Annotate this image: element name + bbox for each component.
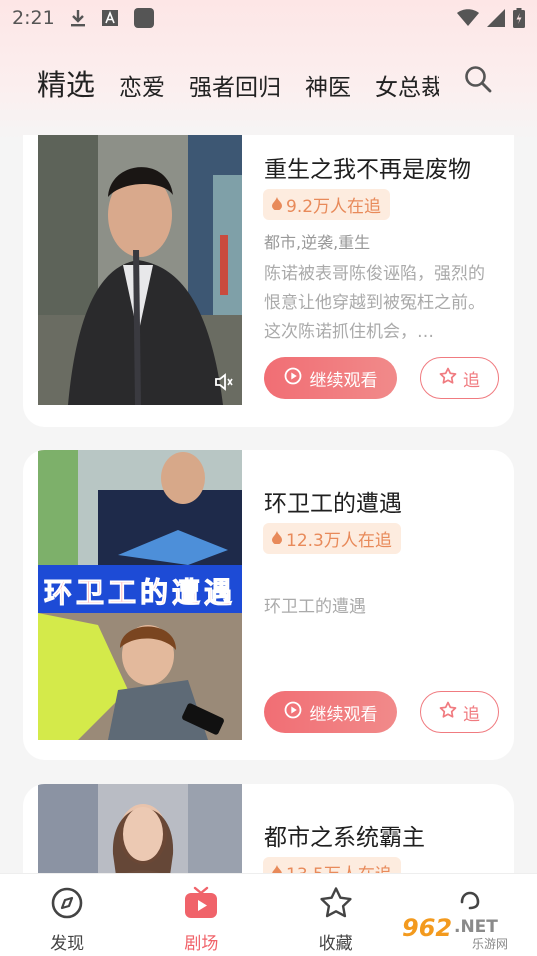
follower-count: 9.2万人在追 [286, 197, 382, 217]
tv-icon [184, 886, 218, 925]
category-tabs: 精选 恋爱 强者回归 神医 女总裁 [0, 56, 537, 112]
nav-label: 剧场 [184, 934, 219, 954]
star-icon [319, 886, 353, 925]
download-icon [69, 8, 87, 28]
drama-poster[interactable] [38, 135, 242, 405]
continue-watching-label: 继续观看 [309, 370, 378, 391]
follower-badge: 12.3万人在追 [263, 523, 401, 554]
tab-doctor[interactable]: 神医 [305, 68, 351, 112]
nav-discover[interactable]: 发现 [0, 874, 134, 956]
follow-button[interactable]: 追 [420, 691, 499, 733]
star-outline-icon [439, 367, 457, 390]
nav-label: 收藏 [318, 934, 353, 954]
continue-watching-button[interactable]: 继续观看 [264, 691, 397, 733]
drama-poster[interactable]: 环卫工的遭遇 [38, 450, 242, 740]
follow-label: 追 [463, 704, 480, 725]
app-square-icon [133, 7, 155, 29]
play-circle-icon [284, 367, 302, 390]
watermark-logo: 962 .NET 乐游网 [398, 908, 532, 952]
follower-count: 12.3万人在追 [286, 531, 392, 551]
drama-description: 环卫工的遭遇 [264, 597, 366, 617]
continue-watching-button[interactable]: 继续观看 [264, 357, 397, 399]
nav-label: 发现 [50, 934, 85, 954]
mute-icon[interactable] [214, 373, 234, 395]
tab-strong-return[interactable]: 强者回归 [189, 68, 281, 112]
search-icon [463, 66, 493, 98]
continue-watching-label: 继续观看 [309, 704, 378, 725]
follow-label: 追 [463, 370, 480, 391]
drama-description: 陈诺被表哥陈俊诬陷，强烈的恨意让他穿越到被冤枉之前。这次陈诺抓住机会，… [264, 264, 485, 342]
text-a-icon [101, 9, 119, 27]
follower-badge: 9.2万人在追 [263, 189, 391, 220]
signal-icon [487, 9, 505, 27]
poster-caption: 环卫工的遭遇 [43, 576, 236, 610]
nav-favorites[interactable]: 收藏 [269, 874, 403, 956]
drama-title: 重生之我不再是废物 [264, 157, 471, 183]
tab-romance[interactable]: 恋爱 [119, 68, 165, 112]
drama-title: 都市之系统霸主 [264, 825, 425, 851]
wifi-icon [457, 9, 479, 27]
flame-icon [272, 529, 282, 549]
svg-text:乐游网: 乐游网 [472, 937, 508, 951]
status-time: 2:21 [12, 7, 55, 29]
drama-tags: 都市,逆袭,重生 [264, 233, 371, 252]
status-bar: 2:21 [0, 0, 537, 36]
nav-theater[interactable]: 剧场 [134, 874, 268, 956]
flame-icon [272, 195, 282, 215]
follow-button[interactable]: 追 [420, 357, 499, 399]
battery-icon [513, 8, 525, 28]
drama-card[interactable]: 重生之我不再是废物 9.2万人在追 都市,逆袭,重生 陈诺被表哥陈俊诬陷，强烈的… [23, 135, 514, 427]
tab-ceo[interactable]: 女总裁 [375, 68, 439, 112]
drama-card[interactable]: 环卫工的遭遇 环卫工的遭遇 12.3万人在追 环卫工的遭遇 继续观看 追 [23, 450, 514, 760]
tab-featured[interactable]: 精选 [37, 62, 95, 112]
star-outline-icon [439, 701, 457, 724]
search-button[interactable] [463, 64, 493, 94]
svg-text:962: 962 [402, 914, 452, 942]
play-circle-icon [284, 701, 302, 724]
compass-icon [50, 886, 84, 925]
tabs-scroll[interactable]: 精选 恋爱 强者回归 神医 女总裁 [37, 56, 439, 112]
svg-text:.NET: .NET [454, 917, 498, 937]
drama-title: 环卫工的遭遇 [264, 491, 402, 517]
